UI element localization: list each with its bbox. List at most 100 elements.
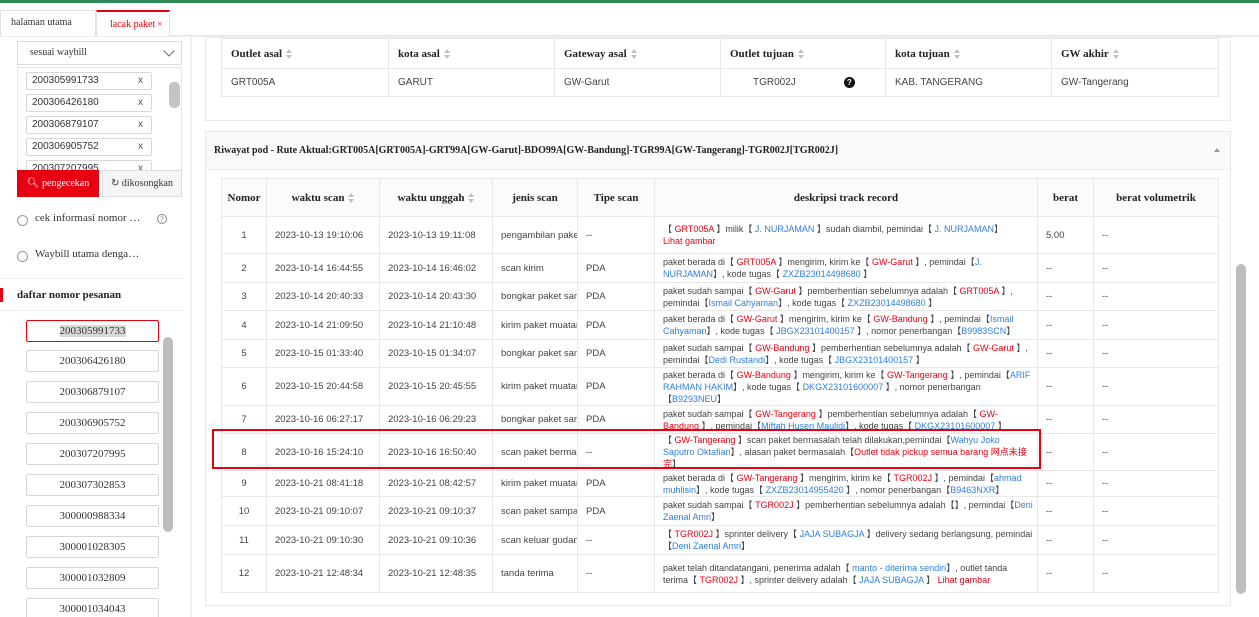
sort-icon[interactable] bbox=[1112, 48, 1119, 59]
sort-icon[interactable] bbox=[443, 48, 450, 59]
chevron-down-icon bbox=[163, 45, 175, 57]
sort-icon[interactable] bbox=[468, 192, 475, 203]
collapse-icon[interactable] bbox=[1214, 148, 1220, 152]
col-outlet-tujuan[interactable]: Outlet tujuan bbox=[720, 38, 886, 69]
radio-circle[interactable] bbox=[17, 251, 28, 262]
cell-scan-time: 2023-10-16 15:24:10 bbox=[266, 433, 380, 471]
table-row: 10 2023-10-21 09:10:07 2023-10-21 09:10:… bbox=[221, 496, 1219, 526]
cell-vol: -- bbox=[1093, 339, 1219, 368]
cell-weight: -- bbox=[1037, 470, 1094, 497]
col-label: berat bbox=[1052, 191, 1079, 204]
desc-text: 】, nomor penerbangan【 bbox=[843, 484, 951, 495]
sort-icon[interactable] bbox=[797, 48, 804, 59]
sort-icon[interactable] bbox=[630, 48, 637, 59]
radio-main-waybill[interactable]: Waybill utama denga… bbox=[17, 246, 182, 270]
order-item[interactable]: 300000988334 bbox=[26, 505, 159, 527]
radio-check-info[interactable]: cek informasi nomor …? bbox=[17, 210, 182, 234]
cell-scan-type: PDA bbox=[577, 310, 655, 340]
cell-upload-time: 2023-10-16 16:50:40 bbox=[379, 433, 493, 471]
sort-icon[interactable] bbox=[953, 48, 960, 59]
desc-text: 】 bbox=[923, 574, 936, 585]
cell: GW-Tangerang bbox=[1051, 68, 1219, 97]
order-item[interactable]: 200305991733 bbox=[26, 320, 159, 342]
cell-scan-type: PDA bbox=[577, 496, 655, 526]
col-kota-asal[interactable]: kota asal bbox=[388, 38, 555, 69]
order-list-scrollbar[interactable] bbox=[163, 337, 173, 532]
order-item[interactable]: 200307302853 bbox=[26, 474, 159, 496]
desc-text: 】 bbox=[672, 459, 682, 469]
order-list: 200305991733 200306426180 200306879107 2… bbox=[17, 320, 174, 617]
cell-scan-kind: bongkar paket sampai bbox=[492, 405, 578, 434]
pod-panel-header[interactable]: Riwayat pod - Rute Aktual:GRT005A[GRT005… bbox=[206, 132, 1230, 170]
cell-weight: -- bbox=[1037, 310, 1094, 340]
table-row: GRT005A GARUT GW-Garut TGR002J? KAB. TAN… bbox=[221, 68, 1219, 97]
tab-track-package[interactable]: lacak paket × bbox=[96, 10, 170, 36]
cell-scan-time: 2023-10-21 09:10:07 bbox=[266, 496, 380, 526]
close-icon[interactable]: × bbox=[157, 19, 162, 29]
desc-person: J. NURJAMAN bbox=[934, 224, 994, 234]
desc-outlet: GRT005A bbox=[736, 257, 776, 267]
cell-upload-time: 2023-10-14 21:10:48 bbox=[379, 310, 493, 340]
desc-person: Ismail Cahyaman bbox=[708, 297, 779, 308]
col-label: waktu scan bbox=[291, 191, 345, 204]
radio-circle[interactable] bbox=[17, 215, 28, 226]
cell-vol: -- bbox=[1093, 554, 1219, 593]
col-gw-akhir[interactable]: GW akhir bbox=[1051, 38, 1219, 69]
order-item[interactable]: 300001034043 bbox=[26, 598, 159, 617]
waybill-list-scrollbar[interactable] bbox=[169, 82, 180, 108]
check-button[interactable]: 🔍︎ pengecekan bbox=[17, 170, 99, 197]
desc-outlet: GW-Garut bbox=[871, 257, 913, 267]
cell-no: 10 bbox=[221, 496, 267, 526]
cell-scan-time: 2023-10-21 08:41:18 bbox=[266, 470, 380, 497]
tab-bar: halaman utama lacak paket × bbox=[0, 3, 1259, 36]
tab-home[interactable]: halaman utama bbox=[0, 10, 96, 36]
col-label: berat volumetrik bbox=[1116, 191, 1196, 204]
waybill-input-list[interactable]: 200305991733 x 200306426180 x 200306879107… bbox=[17, 67, 182, 172]
cell-scan-type: PDA bbox=[577, 282, 655, 311]
desc-code: DKGX23101600007 bbox=[914, 420, 996, 431]
outlet-tujuan-value: TGR002J bbox=[753, 77, 796, 88]
order-item[interactable]: 200306879107 bbox=[26, 381, 159, 403]
table-row: 2 2023-10-14 16:44:55 2023-10-14 16:46:0… bbox=[221, 253, 1219, 283]
cell-desc: paket telah ditandatangani, penerima ada… bbox=[654, 554, 1038, 593]
desc-code: ZXZB23014498680 bbox=[782, 269, 861, 279]
sort-icon[interactable] bbox=[348, 192, 355, 203]
table-row: 11 2023-10-21 09:10:30 2023-10-21 09:10:… bbox=[221, 525, 1219, 555]
remove-chip-icon[interactable]: x bbox=[138, 73, 143, 89]
col-gateway-asal[interactable]: Gateway asal bbox=[554, 38, 721, 69]
cell-scan-kind: scan paket sampai bbox=[492, 496, 578, 526]
order-item[interactable]: 200306905752 bbox=[26, 412, 159, 434]
order-number: 200306426180 bbox=[59, 355, 126, 367]
remove-chip-icon[interactable]: x bbox=[138, 95, 143, 111]
desc-code: JBGX23101400157 bbox=[776, 326, 855, 336]
search-mode-select[interactable]: sesuai waybill bbox=[17, 41, 182, 65]
view-image-link[interactable]: Lihat gambar bbox=[938, 575, 991, 585]
table-row: 3 2023-10-14 20:40:33 2023-10-14 20:43:3… bbox=[221, 282, 1219, 311]
help-icon[interactable]: ? bbox=[843, 77, 855, 88]
col-outlet-asal[interactable]: Outlet asal bbox=[221, 38, 389, 69]
cell-scan-time: 2023-10-14 16:44:55 bbox=[266, 253, 380, 283]
remove-chip-icon[interactable]: x bbox=[138, 139, 143, 155]
desc-text: 】pemberhentian sebelumnya adalah【 bbox=[815, 408, 980, 419]
order-item[interactable]: 300001032809 bbox=[26, 567, 159, 589]
cell-upload-time: 2023-10-21 09:10:36 bbox=[379, 525, 493, 555]
main-scrollbar[interactable] bbox=[1236, 264, 1246, 594]
col-waktu-scan[interactable]: waktu scan bbox=[266, 178, 380, 217]
order-item[interactable]: 200306426180 bbox=[26, 350, 159, 372]
cell-scan-kind: bongkar paket sampai bbox=[492, 339, 578, 368]
col-waktu-unggah[interactable]: waktu unggah bbox=[379, 178, 493, 217]
order-item[interactable]: 200307207995 bbox=[26, 443, 159, 465]
order-item[interactable]: 300001028305 bbox=[26, 536, 159, 558]
desc-text: 】 bbox=[913, 354, 925, 365]
col-kota-tujuan[interactable]: kota tujuan bbox=[885, 38, 1052, 69]
help-icon[interactable]: ? bbox=[157, 214, 167, 224]
desc-code: ZXZB23014955420 bbox=[765, 484, 844, 495]
sort-icon[interactable] bbox=[286, 48, 293, 59]
cell-no: 5 bbox=[221, 339, 267, 368]
remove-chip-icon[interactable]: x bbox=[138, 117, 143, 133]
order-number: 300001032809 bbox=[59, 572, 126, 584]
clear-button[interactable]: ↻ dikosongkan bbox=[102, 170, 182, 197]
view-image-link[interactable]: Lihat gambar bbox=[663, 236, 716, 246]
col-label: deskripsi track record bbox=[793, 191, 899, 204]
cell-weight: -- bbox=[1037, 496, 1094, 526]
